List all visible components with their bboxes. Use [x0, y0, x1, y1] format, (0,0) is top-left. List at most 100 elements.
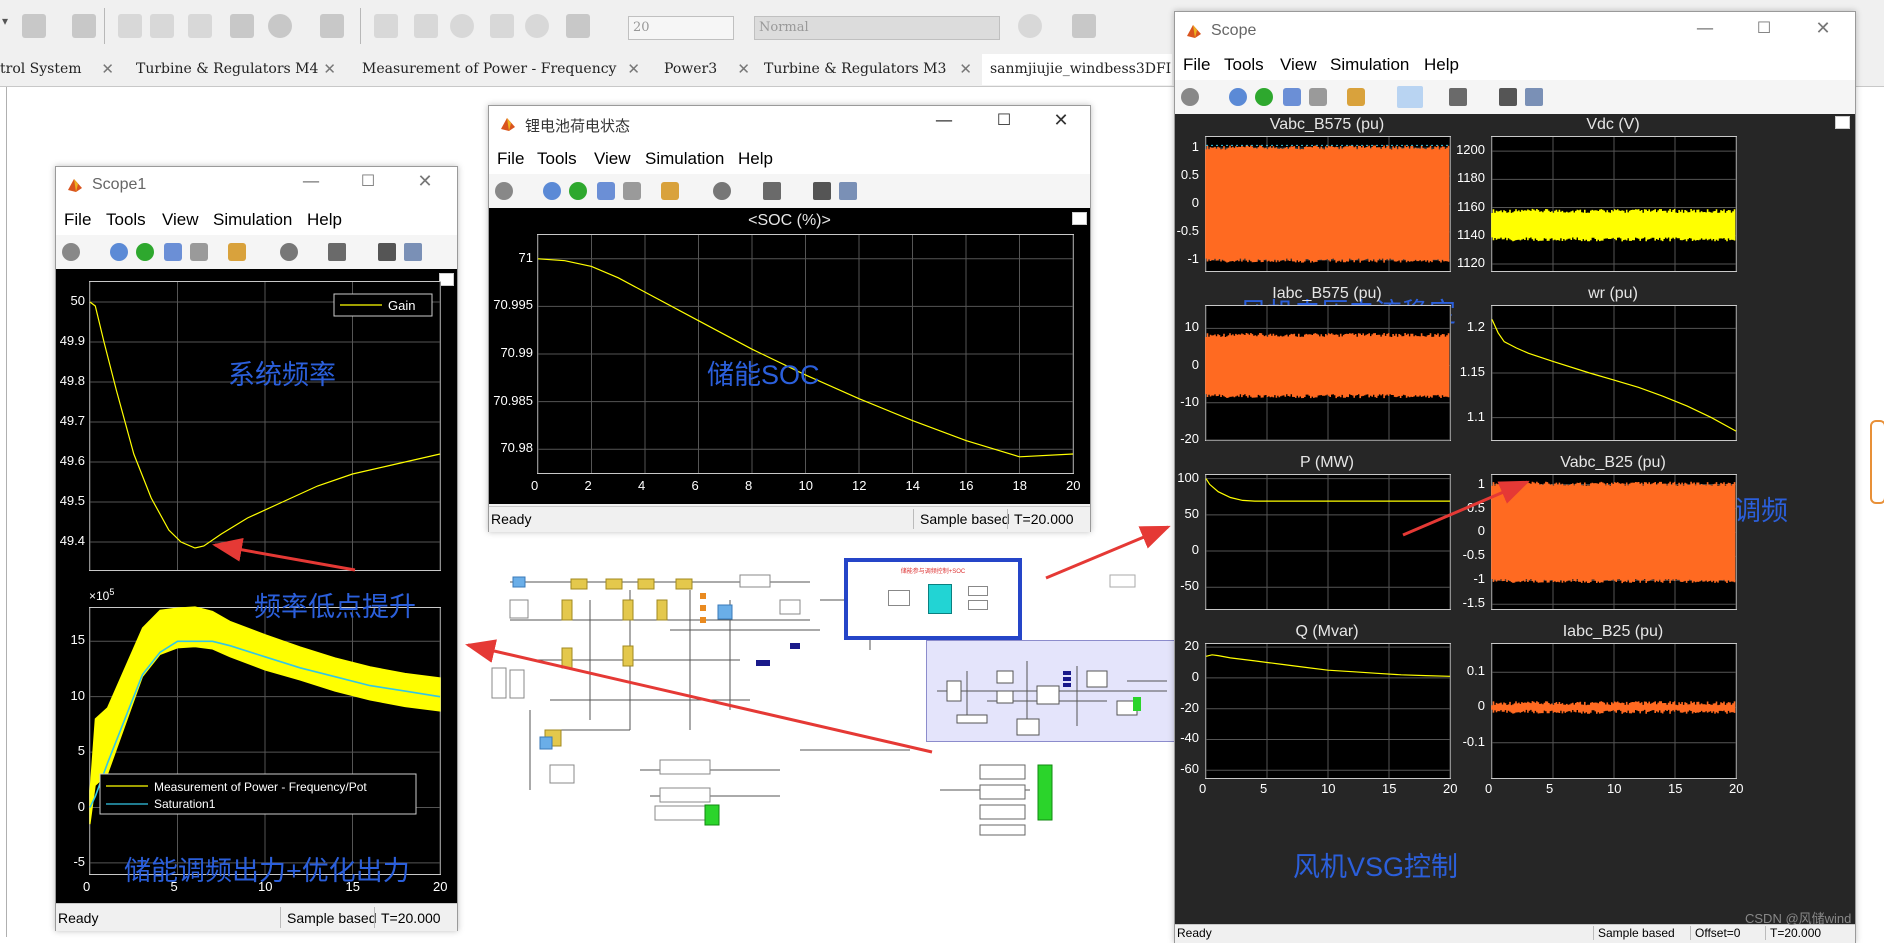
tab-power3[interactable]: Power3 ✕ [656, 54, 756, 85]
stop-icon[interactable] [623, 182, 641, 200]
menu-tools[interactable]: Tools [537, 149, 577, 169]
cursor-icon[interactable] [1499, 88, 1517, 106]
close-icon[interactable]: ✕ [101, 54, 114, 85]
output-block[interactable] [968, 586, 988, 596]
tab-turbine-m4[interactable]: Turbine & Regulators M4 ✕ [128, 54, 342, 85]
autoscale-icon[interactable] [763, 182, 781, 200]
menu-simulation[interactable]: Simulation [213, 210, 292, 230]
step-back-icon[interactable] [110, 243, 128, 261]
subsystem-block[interactable] [928, 584, 952, 614]
up-icon[interactable] [188, 14, 212, 38]
undock-icon[interactable] [1835, 116, 1850, 129]
close-icon[interactable]: ✕ [1046, 110, 1076, 131]
watermark: CSDN @风储wind [1745, 911, 1852, 926]
maximize-icon[interactable]: ☐ [989, 110, 1019, 129]
maximize-icon[interactable]: ☐ [1749, 18, 1779, 37]
step-forward-icon[interactable] [1283, 88, 1301, 106]
menu-file[interactable]: File [497, 149, 524, 169]
dropdown-arrow-icon[interactable]: ▾ [2, 14, 14, 38]
vertical-scrollbar-thumb[interactable] [1870, 420, 1884, 504]
settings-gear-icon[interactable] [1181, 88, 1199, 106]
menu-view[interactable]: View [1280, 55, 1317, 75]
stop-icon[interactable] [190, 243, 208, 261]
measure-icon[interactable] [839, 182, 857, 200]
run-icon[interactable] [569, 182, 587, 200]
menu-tools[interactable]: Tools [1224, 55, 1264, 75]
step-forward-icon[interactable] [597, 182, 615, 200]
forward-icon[interactable] [150, 14, 174, 38]
zoom-icon[interactable] [280, 243, 298, 261]
tab-sanmjiujie[interactable]: sanmjiujie_windbess3DFIG [982, 54, 1172, 85]
save-icon[interactable] [72, 14, 96, 38]
library-browser-icon[interactable] [230, 14, 254, 38]
tab-measurement[interactable]: Measurement of Power - Frequency ✕ [354, 54, 646, 85]
check-icon[interactable] [1018, 14, 1042, 38]
build-icon[interactable] [1072, 14, 1096, 38]
stop-icon[interactable] [525, 14, 549, 38]
gain-block[interactable] [888, 590, 910, 606]
close-icon[interactable]: ✕ [323, 54, 336, 85]
y-tick-label: 20 [1184, 638, 1199, 654]
model-explorer-icon[interactable] [320, 14, 344, 38]
run-icon[interactable] [450, 14, 474, 38]
tab-control-system[interactable]: trol System ✕ [0, 54, 120, 85]
soc-control-block[interactable]: 储能参与调频控制+SOC [844, 558, 1022, 640]
configuration-icon[interactable] [661, 182, 679, 200]
menu-view[interactable]: View [594, 149, 631, 169]
tab-turbine-m3[interactable]: Turbine & Regulators M3 ✕ [756, 54, 978, 85]
menu-view[interactable]: View [162, 210, 199, 230]
step-back-icon[interactable] [543, 182, 561, 200]
run-icon[interactable] [136, 243, 154, 261]
autoscale-icon[interactable] [1449, 88, 1467, 106]
stop-icon[interactable] [1309, 88, 1327, 106]
cursor-icon[interactable] [813, 182, 831, 200]
autoscale-icon[interactable] [328, 243, 346, 261]
undock-icon[interactable] [439, 273, 454, 286]
close-icon[interactable]: ✕ [410, 171, 440, 192]
rewind-icon[interactable] [414, 14, 438, 38]
run-icon[interactable] [1255, 88, 1273, 106]
y-tick-label: 0.5 [1180, 167, 1199, 183]
output-block[interactable] [968, 600, 988, 610]
signal-band [1205, 145, 1450, 263]
configuration-icon[interactable] [228, 243, 246, 261]
close-icon[interactable]: ✕ [959, 54, 972, 85]
menu-simulation[interactable]: Simulation [645, 149, 724, 169]
stop-time-field[interactable]: 20 [628, 16, 734, 40]
step-forward-icon[interactable] [164, 243, 182, 261]
back-icon[interactable] [118, 14, 142, 38]
close-icon[interactable]: ✕ [737, 54, 750, 85]
settings-gear-icon[interactable] [495, 182, 513, 200]
settings-gear-icon[interactable] [62, 243, 80, 261]
data-inspector-icon[interactable] [566, 14, 590, 38]
minimize-icon[interactable]: — [296, 171, 326, 192]
step-back-icon[interactable] [1229, 88, 1247, 106]
chart-P [1205, 475, 1451, 609]
menu-file[interactable]: File [1183, 55, 1210, 75]
minimize-icon[interactable]: — [929, 110, 959, 131]
menu-help[interactable]: Help [1424, 55, 1459, 75]
cursor-icon[interactable] [378, 243, 396, 261]
zoom-icon[interactable] [1397, 86, 1423, 108]
step-forward-icon[interactable] [490, 14, 514, 38]
wind-subsystem-area[interactable] [926, 640, 1182, 742]
menu-help[interactable]: Help [738, 149, 773, 169]
maximize-icon[interactable]: ☐ [353, 171, 383, 190]
minimize-icon[interactable]: — [1690, 18, 1720, 39]
open-icon[interactable] [22, 14, 46, 38]
menu-help[interactable]: Help [307, 210, 342, 230]
close-icon[interactable]: ✕ [627, 54, 640, 85]
measure-icon[interactable] [1525, 88, 1543, 106]
configuration-icon[interactable] [1347, 88, 1365, 106]
step-back-icon[interactable] [374, 14, 398, 38]
menu-tools[interactable]: Tools [106, 210, 146, 230]
zoom-icon[interactable] [713, 182, 731, 200]
menu-simulation[interactable]: Simulation [1330, 55, 1409, 75]
measure-icon[interactable] [404, 243, 422, 261]
undock-icon[interactable] [1072, 212, 1087, 225]
close-icon[interactable]: ✕ [1808, 18, 1838, 39]
simulation-mode-select[interactable]: Normal [754, 16, 1000, 40]
settings-gear-icon[interactable] [268, 14, 292, 38]
y-tick-label: 49.8 [59, 373, 85, 388]
menu-file[interactable]: File [64, 210, 91, 230]
